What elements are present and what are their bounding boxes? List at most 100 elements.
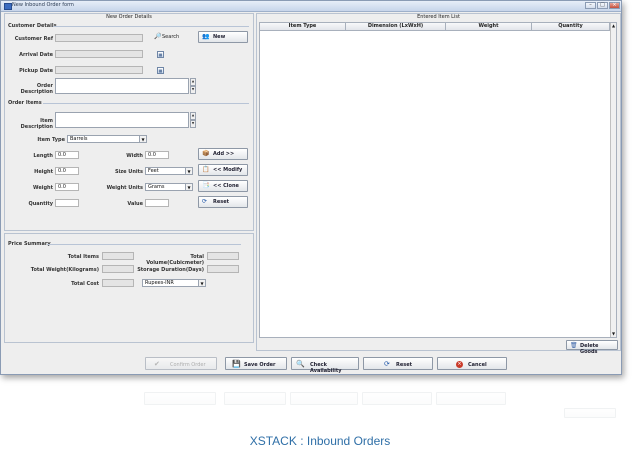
- arrival-calendar-icon[interactable]: ▦: [157, 51, 164, 58]
- add-box-icon: 📦: [202, 150, 210, 157]
- price-summary-heading: Price Summary: [8, 241, 51, 247]
- modify-icon: 📋: [202, 166, 210, 173]
- new-customer-button[interactable]: 👥 New: [198, 31, 248, 43]
- height-input[interactable]: 0.0: [55, 167, 79, 175]
- pickup-calendar-icon[interactable]: ▦: [157, 67, 164, 74]
- item-type-label: Item Type: [37, 137, 65, 143]
- delete-goods-button[interactable]: 🗑 Delete Goods: [566, 340, 618, 355]
- reset-icon: ⟳: [202, 198, 208, 205]
- confirm-order-button[interactable]: ✔ Confirm Order: [145, 357, 217, 370]
- delete-goods-reflection: [564, 408, 616, 418]
- chevron-down-icon: ▼: [185, 184, 192, 190]
- modify-item-button[interactable]: 📋 << Modify: [198, 164, 248, 176]
- scroll-up-arrow[interactable]: ▲: [190, 78, 196, 86]
- divider: [53, 26, 249, 27]
- cancel-reflection: [436, 392, 506, 405]
- scroll-up-arrow[interactable]: ▲: [611, 23, 616, 28]
- item-list-title: Entered Item List: [417, 14, 460, 20]
- new-user-icon: 👥: [202, 33, 210, 40]
- total-cost-label: Total Cost: [71, 281, 99, 287]
- scroll-up-arrow[interactable]: ▲: [190, 112, 196, 120]
- scroll-down-arrow[interactable]: ▼: [190, 86, 196, 94]
- storage-duration-field: [207, 265, 239, 273]
- arrival-date-field[interactable]: [55, 50, 143, 58]
- add-item-button[interactable]: 📦 Add >>: [198, 148, 248, 160]
- divider: [47, 244, 241, 245]
- confirm-button-label: Confirm Order: [170, 362, 206, 368]
- pickup-date-label: Pickup Date: [19, 68, 53, 74]
- total-items-label: Total Items: [67, 254, 99, 260]
- clone-item-button[interactable]: 📑 << Clone: [198, 180, 248, 192]
- item-type-select[interactable]: Barrels ▼: [67, 135, 147, 143]
- search-icon: 🔎: [154, 33, 162, 40]
- price-summary-panel: Price Summary Total Items Total Volume(C…: [4, 233, 254, 343]
- minimize-button[interactable]: –: [585, 2, 596, 9]
- value-label: Value: [127, 201, 143, 207]
- weight-label: Weight: [33, 185, 53, 191]
- confirm-icon: ✔: [154, 360, 160, 368]
- chevron-down-icon: ▼: [139, 136, 146, 142]
- window-reflection: [0, 386, 622, 420]
- total-cost-field: [102, 279, 134, 287]
- height-value: 0.0: [58, 168, 66, 174]
- weight-value: 0.0: [58, 184, 66, 190]
- customer-ref-label: Customer Ref: [14, 36, 53, 42]
- length-input[interactable]: 0.0: [55, 151, 79, 159]
- reset-order-button[interactable]: ⟳ Reset: [363, 357, 433, 370]
- item-description-input[interactable]: [55, 112, 189, 128]
- save-icon: 💾: [232, 360, 241, 368]
- currency-value: Rupees-INR: [145, 280, 174, 286]
- order-description-label: Order Description: [20, 83, 53, 95]
- item-description-label: Item Description: [20, 118, 53, 130]
- currency-select[interactable]: Rupees-INR ▼: [142, 279, 206, 287]
- order-description-input[interactable]: [55, 78, 189, 94]
- scroll-down-arrow[interactable]: ▼: [190, 120, 196, 128]
- pickup-date-field[interactable]: [55, 66, 143, 74]
- app-icon: [4, 3, 12, 10]
- total-weight-label: Total Weight(Kilograms): [30, 267, 99, 273]
- check-availability-button[interactable]: 🔍 Check Availability: [291, 357, 359, 374]
- search-link[interactable]: 🔎 Search: [154, 32, 184, 42]
- size-units-label: Size Units: [114, 169, 143, 175]
- value-input[interactable]: [145, 199, 169, 207]
- check-icon: 🔍: [296, 360, 305, 368]
- clone-icon: 📑: [202, 182, 210, 189]
- column-header-item-type[interactable]: Item Type: [260, 23, 346, 30]
- divider: [43, 103, 249, 104]
- close-button[interactable]: ×: [609, 2, 620, 9]
- weight-input[interactable]: 0.0: [55, 183, 79, 191]
- width-input[interactable]: 0.0: [145, 151, 169, 159]
- reset-item-button[interactable]: ⟳ Reset: [198, 196, 248, 208]
- order-details-panel: New Order Details Customer Details Custo…: [4, 13, 254, 231]
- size-units-value: Feet: [148, 168, 159, 174]
- cancel-button[interactable]: × Cancel: [437, 357, 507, 370]
- search-label: Search: [162, 34, 180, 40]
- total-volume-label: Total Volume(Cubicmeter): [146, 254, 204, 266]
- save-order-button[interactable]: 💾 Save Order: [225, 357, 287, 370]
- reset-icon: ⟳: [384, 360, 390, 368]
- length-label: Length: [33, 153, 53, 159]
- modify-button-label: << Modify: [213, 167, 243, 173]
- scroll-down-arrow[interactable]: ▼: [611, 331, 616, 336]
- chevron-down-icon: ▼: [185, 168, 192, 174]
- maximize-button[interactable]: □: [597, 2, 608, 9]
- quantity-input[interactable]: [55, 199, 79, 207]
- column-header-quantity[interactable]: Quantity: [532, 23, 610, 30]
- column-header-weight[interactable]: Weight: [446, 23, 532, 30]
- item-list-table[interactable]: Item Type Dimension (LxWxH) Weight Quant…: [259, 22, 617, 338]
- weight-units-select[interactable]: Grams ▼: [145, 183, 193, 191]
- reset-reflection: [362, 392, 432, 405]
- delete-icon: 🗑: [570, 342, 578, 349]
- add-button-label: Add >>: [213, 151, 235, 157]
- title-bar: New Inbound Order form – □ ×: [1, 1, 621, 12]
- table-scrollbar[interactable]: ▲ ▼: [610, 23, 616, 337]
- chevron-down-icon: ▼: [198, 280, 205, 286]
- check-availability-reflection: [290, 392, 358, 405]
- check-button-label: Check Availability: [310, 362, 342, 374]
- column-header-dimension[interactable]: Dimension (LxWxH): [346, 23, 446, 30]
- delete-button-label: Delete Goods: [580, 343, 599, 355]
- arrival-date-label: Arrival Date: [19, 52, 53, 58]
- customer-ref-field[interactable]: [55, 34, 143, 42]
- size-units-select[interactable]: Feet ▼: [145, 167, 193, 175]
- total-items-field: [102, 252, 134, 260]
